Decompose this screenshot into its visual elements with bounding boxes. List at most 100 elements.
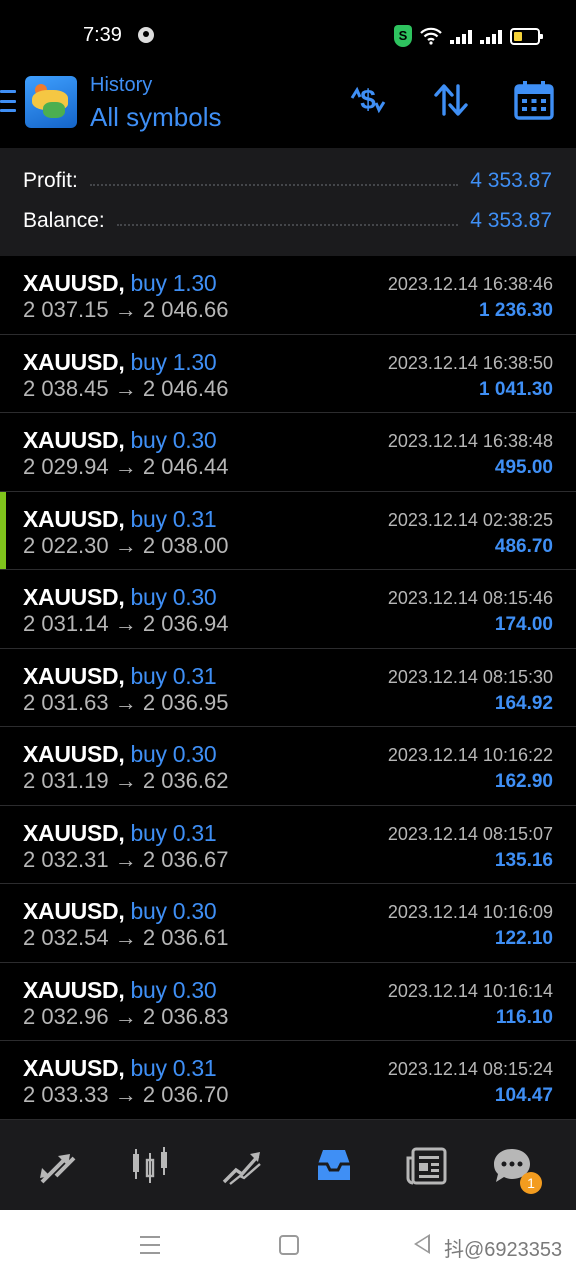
deal-symbol: XAUUSD, (23, 662, 125, 689)
balance-value: 4 353.87 (470, 209, 552, 232)
deal-symbol: XAUUSD, (23, 976, 125, 1003)
shield-icon: S (394, 25, 412, 47)
calendar-icon[interactable] (512, 78, 556, 122)
header-subtitle: History (90, 74, 153, 96)
deal-row[interactable]: XAUUSD, buy 0.30 2 032.96 → 2 036.83 202… (0, 962, 576, 1041)
deal-profit: 486.70 (494, 535, 553, 557)
home-icon[interactable] (279, 1235, 299, 1255)
deal-profit: 174.00 (494, 614, 553, 635)
wifi-icon (420, 27, 442, 45)
deal-time: 2023.12.14 08:15:30 (387, 666, 553, 687)
back-icon[interactable] (414, 1234, 430, 1254)
deal-prices: 2 038.45 → 2 046.46 (23, 375, 229, 401)
deal-prices: 2 032.96 → 2 036.83 (23, 1003, 229, 1029)
deal-row[interactable]: XAUUSD, buy 0.31 2 031.63 → 2 036.95 202… (0, 648, 576, 727)
deal-row[interactable]: XAUUSD, buy 0.30 2 031.14 → 2 036.94 202… (0, 570, 576, 649)
svg-text:$: $ (360, 84, 376, 115)
deal-prices: 2 033.33 → 2 036.70 (23, 1082, 229, 1107)
deal-row[interactable]: XAUUSD, buy 0.30 2 032.54 → 2 036.61 202… (0, 884, 576, 963)
deal-time: 2023.12.14 10:16:14 (387, 980, 553, 1001)
bottom-tab-bar: 1 (0, 1120, 576, 1210)
deal-side-volume: buy 0.31 (130, 505, 217, 532)
history-icon[interactable] (312, 1144, 356, 1188)
deal-profit: 122.10 (494, 928, 553, 949)
currency-exchange-icon[interactable]: $ (346, 78, 390, 122)
deal-side-volume: buy 0.30 (130, 584, 217, 610)
deal-symbol: XAUUSD, (23, 348, 125, 375)
deals-list: XAUUSD, buy 1.30 2 037.15 → 2 046.66 202… (0, 256, 576, 1120)
deal-time: 2023.12.14 08:15:24 (387, 1059, 553, 1079)
app-logo-icon[interactable] (25, 76, 77, 128)
deal-side-volume: buy 0.30 (130, 898, 217, 924)
chat-icon[interactable]: 1 (490, 1144, 542, 1194)
status-time: 7:39 (83, 24, 122, 46)
deal-time: 2023.12.14 16:38:46 (387, 274, 553, 294)
deal-prices: 2 031.19 → 2 036.62 (23, 768, 229, 793)
deal-row[interactable]: XAUUSD, buy 0.30 2 031.19 → 2 036.62 202… (0, 727, 576, 806)
deal-symbol: XAUUSD, (23, 270, 125, 296)
deal-profit: 104.47 (494, 1085, 553, 1106)
balance-label: Balance: (23, 209, 105, 232)
deal-prices: 2 022.30 → 2 038.00 (23, 532, 229, 558)
deal-time: 2023.12.14 02:38:25 (387, 509, 553, 530)
deal-row[interactable]: XAUUSD, buy 1.30 2 038.45 → 2 046.46 202… (0, 334, 576, 413)
deal-side-volume: buy 0.31 (130, 662, 217, 689)
history-summary: Profit: 4 353.87 Balance: 4 353.87 (0, 148, 576, 256)
deal-symbol: XAUUSD, (23, 898, 125, 924)
deal-time: 2023.12.14 16:38:50 (387, 352, 553, 373)
deal-time: 2023.12.14 10:16:09 (387, 902, 553, 922)
quotes-icon[interactable] (36, 1144, 80, 1188)
deal-row[interactable]: XAUUSD, buy 0.31 2 032.31 → 2 036.67 202… (0, 805, 576, 884)
deal-profit: 164.92 (494, 692, 553, 714)
profit-row: Profit: 4 353.87 (23, 166, 552, 196)
deal-side-volume: buy 0.30 (130, 741, 217, 767)
status-bar: 7:39 S (0, 0, 576, 70)
deal-profit: 1 041.30 (479, 378, 553, 400)
status-icons: S (394, 24, 543, 48)
deal-profit: 1 236.30 (479, 300, 553, 321)
deal-profit: 162.90 (494, 771, 553, 792)
deal-prices: 2 032.54 → 2 036.61 (23, 925, 229, 950)
deal-symbol: XAUUSD, (23, 584, 125, 610)
deal-side-volume: buy 0.31 (130, 1055, 217, 1081)
deal-side-volume: buy 1.30 (130, 270, 217, 296)
balance-row: Balance: 4 353.87 (23, 206, 552, 236)
deal-profit: 135.16 (494, 849, 553, 871)
signal-icon (450, 28, 472, 44)
news-icon[interactable] (404, 1144, 448, 1188)
deal-prices: 2 032.31 → 2 036.67 (23, 846, 229, 872)
deal-symbol: XAUUSD, (23, 505, 125, 532)
profit-label: Profit: (23, 169, 78, 192)
profit-value: 4 353.87 (470, 169, 552, 192)
deal-time: 2023.12.14 08:15:07 (387, 823, 553, 844)
trade-icon[interactable] (220, 1144, 264, 1188)
battery-icon (510, 27, 543, 45)
deal-time: 2023.12.14 10:16:22 (387, 745, 553, 765)
dotted-leader (116, 224, 459, 226)
deal-row-selected[interactable]: XAUUSD, buy 0.31 2 022.30 → 2 038.00 202… (0, 491, 576, 570)
symbol-filter-title[interactable]: All symbols (90, 102, 221, 133)
deal-side-volume: buy 0.31 (130, 819, 217, 846)
menu-icon[interactable] (0, 90, 16, 112)
chat-badge: 1 (520, 1172, 542, 1194)
watermark-text: 抖@6923353 (444, 1239, 563, 1261)
system-nav-bar: 抖@6923353 (0, 1210, 576, 1280)
deal-prices: 2 029.94 → 2 046.44 (23, 454, 229, 479)
deal-row[interactable]: XAUUSD, buy 0.31 2 033.33 → 2 036.70 202… (0, 1041, 576, 1120)
deal-side-volume: buy 0.30 (130, 976, 217, 1003)
deal-row[interactable]: XAUUSD, buy 0.30 2 029.94 → 2 046.44 202… (0, 413, 576, 492)
deal-side-volume: buy 1.30 (130, 348, 217, 375)
app-header: History All symbols $ (0, 70, 576, 148)
signal-icon (480, 28, 502, 44)
deal-symbol: XAUUSD, (23, 741, 125, 767)
deal-prices: 2 031.14 → 2 036.94 (23, 611, 229, 636)
chart-icon[interactable] (128, 1144, 172, 1188)
deal-profit: 495.00 (494, 457, 553, 478)
recent-apps-icon[interactable] (140, 1236, 160, 1254)
deal-symbol: XAUUSD, (23, 1055, 125, 1081)
sort-icon[interactable] (429, 78, 473, 122)
deal-time: 2023.12.14 16:38:48 (387, 431, 553, 451)
deal-row[interactable]: XAUUSD, buy 1.30 2 037.15 → 2 046.66 202… (0, 256, 576, 335)
dotted-leader (89, 184, 459, 186)
deal-time: 2023.12.14 08:15:46 (387, 588, 553, 608)
